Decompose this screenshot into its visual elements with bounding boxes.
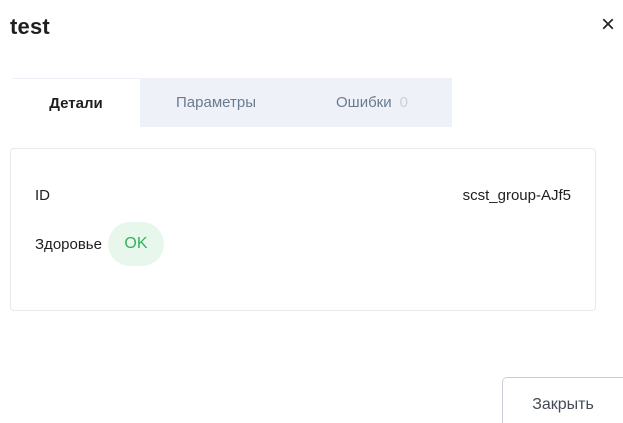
tab-parameters-label: Параметры (176, 94, 256, 111)
health-row: Здоровье OK (35, 222, 164, 266)
tab-parameters[interactable]: Параметры (140, 78, 292, 127)
tab-details-label: Детали (49, 94, 103, 112)
health-label: Здоровье (35, 235, 102, 253)
tab-bar: Детали Параметры Ошибки 0 (12, 78, 452, 127)
close-icon[interactable]: × (598, 13, 618, 37)
close-button[interactable]: Закрыть (502, 377, 623, 423)
dialog-title: test (10, 14, 50, 39)
status-badge: OK (107, 222, 164, 266)
details-panel: ID scst_group-AJf5 Здоровье OK (10, 148, 596, 311)
id-label: ID (35, 187, 50, 204)
tab-errors-count: 0 (399, 94, 408, 111)
details-dialog: test × Детали Параметры Ошибки 0 ID scst… (0, 0, 623, 423)
tab-errors-label: Ошибки (336, 94, 392, 111)
tab-errors[interactable]: Ошибки 0 (292, 78, 452, 127)
id-value: scst_group-AJf5 (462, 187, 571, 204)
tab-details[interactable]: Детали (12, 78, 140, 127)
